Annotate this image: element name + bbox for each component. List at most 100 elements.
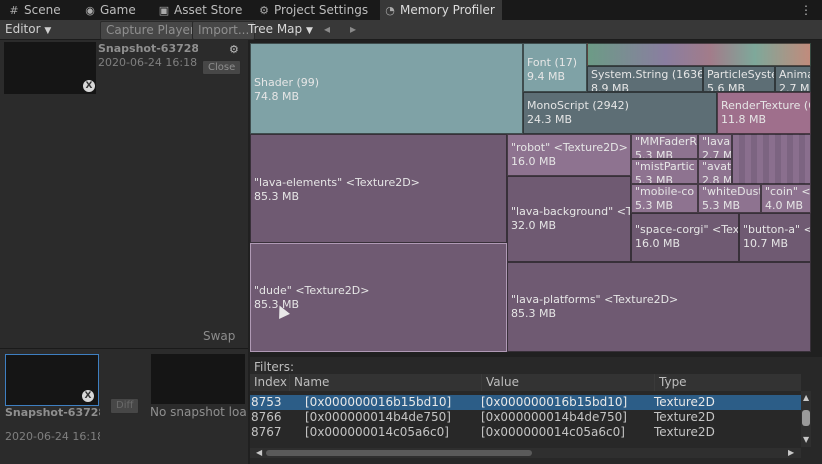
swap-button[interactable]: Swap bbox=[203, 329, 235, 343]
treemap-cell[interactable]: "dude" <Texture2D> 85.3 MB bbox=[250, 243, 507, 352]
remove-snapshot-icon[interactable]: X bbox=[83, 80, 95, 92]
tab-game[interactable]: ◉ Game bbox=[84, 0, 148, 20]
cell-type: Texture2D bbox=[654, 395, 715, 409]
treemap-cell-size: 11.8 MB bbox=[721, 113, 767, 126]
table-row[interactable]: 8766 [0x000000014b4de750] [0x000000014b4… bbox=[250, 410, 801, 425]
treemap-cell[interactable]: "lava 2.7 M bbox=[698, 134, 732, 159]
cell-index: 8767 bbox=[251, 425, 282, 439]
treemap-cell-size: 5.6 MB bbox=[707, 82, 746, 92]
treemap-cell[interactable]: "mistPartic 5.3 MB bbox=[631, 159, 698, 184]
gear-icon[interactable]: ⚙ bbox=[229, 43, 239, 56]
view-dropdown[interactable]: Tree Map ▼ bbox=[248, 21, 313, 38]
cell-value: [0x000000014c05a6c0] bbox=[481, 425, 625, 439]
treemap-cell-size: 8.9 MB bbox=[591, 82, 630, 92]
treemap-cell[interactable]: "robot" <Texture2D> 16.0 MB bbox=[507, 134, 631, 176]
scrollbar-thumb[interactable] bbox=[802, 410, 810, 426]
treemap-cell[interactable]: "whiteDust 5.3 MB bbox=[698, 184, 761, 213]
cell-type: Texture2D bbox=[654, 410, 715, 424]
treemap-cell-size: 10.7 MB bbox=[743, 237, 789, 250]
treemap-cell-size: 5.3 MB bbox=[702, 199, 741, 212]
snapshot-date: 2020-06-24 16:18 bbox=[98, 56, 198, 69]
close-snapshot-button[interactable]: Close bbox=[202, 60, 242, 75]
treemap-cell[interactable]: "MMFaderR 5.3 MB bbox=[631, 134, 698, 159]
chevron-down-icon: ▼ bbox=[305, 26, 313, 36]
treemap-cell[interactable]: "coin" <Te 4.0 MB bbox=[761, 184, 811, 213]
treemap-cell[interactable]: RenderTexture (6) 11.8 MB bbox=[717, 92, 811, 134]
treemap-cell-name: "mobile-co bbox=[635, 185, 695, 198]
table-row[interactable]: 8767 [0x000000014c05a6c0] [0x000000014c0… bbox=[250, 425, 801, 440]
treemap-cell-size: 74.8 MB bbox=[254, 90, 300, 103]
scroll-up-icon[interactable]: ▲ bbox=[803, 393, 809, 402]
column-header-index[interactable]: Index bbox=[250, 374, 290, 391]
import-button[interactable]: Import... bbox=[192, 21, 256, 40]
scrollbar-thumb[interactable] bbox=[266, 450, 532, 456]
empty-snapshot-slot bbox=[151, 354, 245, 404]
tab-menu-icon[interactable]: ⋮ bbox=[800, 0, 812, 20]
tab-project-settings[interactable]: ⚙ Project Settings bbox=[258, 0, 370, 20]
snapshot-name: Snapshot-63728 bbox=[5, 406, 100, 419]
treemap-cell-name: "dude" <Texture2D> bbox=[254, 284, 370, 297]
treemap-cell[interactable]: Animat 2.7 MB bbox=[775, 66, 811, 92]
scroll-left-icon[interactable]: ◀ bbox=[256, 448, 262, 457]
treemap-cell[interactable]: ParticleSystem 5.6 MB bbox=[703, 66, 775, 92]
treemap-cell[interactable]: Font (17) 9.4 MB bbox=[523, 43, 587, 92]
cell-name: [0x000000014c05a6c0] bbox=[305, 425, 449, 439]
treemap-cell-name: "button-a" <Texture2D> bbox=[743, 223, 810, 236]
treemap-small-cells[interactable] bbox=[587, 43, 811, 66]
vertical-scrollbar[interactable]: ▲ ▼ bbox=[801, 391, 811, 447]
tab-scene[interactable]: # Scene bbox=[8, 0, 70, 20]
column-header-value[interactable]: Value bbox=[481, 374, 654, 391]
table-row[interactable]: 8753 [0x000000016b15bd10] [0x000000016b1… bbox=[250, 395, 801, 410]
treemap-cell[interactable]: MonoScript (2942) 24.3 MB bbox=[523, 92, 717, 134]
filters-panel: Filters: Index Name Value Type 8753 [0x0… bbox=[250, 357, 822, 464]
treemap-cell-size: 5.3 MB bbox=[635, 174, 674, 184]
tab-label: Memory Profiler bbox=[400, 3, 495, 17]
horizontal-scrollbar[interactable]: ◀ ▶ bbox=[250, 448, 801, 458]
cell-value: [0x000000016b15bd10] bbox=[481, 395, 628, 409]
diff-button[interactable]: Diff bbox=[110, 398, 140, 414]
editor-dropdown-label: Editor bbox=[5, 22, 41, 36]
treemap-cell-name: "coin" <Te bbox=[765, 185, 811, 198]
tree-map[interactable]: Shader (99) 74.8 MB Font (17) 9.4 MB Sys… bbox=[250, 43, 811, 352]
treemap-cell[interactable]: "space-corgi" <Texture2D> 16.0 MB bbox=[631, 213, 739, 262]
treemap-cell[interactable]: "lava-elements" <Texture2D> 85.3 MB bbox=[250, 134, 507, 243]
treemap-cell-size: 85.3 MB bbox=[254, 190, 300, 203]
treemap-cell[interactable]: System.String (16369) 8.9 MB bbox=[587, 66, 703, 92]
panel-divider bbox=[0, 348, 248, 349]
treemap-cell-name: Shader (99) bbox=[254, 76, 320, 89]
tab-label: Scene bbox=[24, 3, 61, 17]
column-header-type[interactable]: Type bbox=[654, 374, 801, 391]
cell-name: [0x000000016b15bd10] bbox=[305, 395, 452, 409]
treemap-cell[interactable]: "button-a" <Texture2D> 10.7 MB bbox=[739, 213, 811, 262]
treemap-cell[interactable]: "lava-platforms" <Texture2D> 85.3 MB bbox=[507, 262, 811, 352]
editor-dropdown[interactable]: Editor ▼ bbox=[5, 21, 51, 38]
remove-snapshot-icon[interactable]: X bbox=[82, 390, 94, 402]
gamepad-icon: ◉ bbox=[85, 4, 95, 17]
treemap-cell-size: 2.7 MB bbox=[779, 82, 810, 92]
snapshot-panel: X Snapshot-63728 2020-06-24 16:18 ⚙ Clos… bbox=[0, 40, 248, 464]
treemap-cell[interactable]: Shader (99) 74.8 MB bbox=[250, 43, 523, 134]
no-snapshot-label: No snapshot loaded bbox=[150, 405, 247, 419]
profiler-toolbar: Editor ▼ Capture Player Import... Tree M… bbox=[0, 20, 822, 40]
treemap-cell-size: 24.3 MB bbox=[527, 113, 573, 126]
tab-label: Game bbox=[100, 3, 136, 17]
treemap-small-cells[interactable] bbox=[732, 134, 811, 184]
treemap-cell-name: "lava-elements" <Texture2D> bbox=[254, 176, 420, 189]
treemap-cell[interactable]: "avat 2.8 MI bbox=[698, 159, 732, 184]
filters-label: Filters: bbox=[254, 360, 295, 374]
scroll-down-icon[interactable]: ▼ bbox=[803, 435, 809, 444]
scroll-right-icon[interactable]: ▶ bbox=[788, 448, 794, 457]
forward-button[interactable]: ▸ bbox=[350, 21, 356, 38]
hash-icon: # bbox=[9, 4, 19, 17]
back-button[interactable]: ◂ bbox=[324, 21, 330, 38]
treemap-cell[interactable]: "lava-background" <Texture2D> 32.0 MB bbox=[507, 176, 631, 262]
capture-player-button[interactable]: Capture Player bbox=[100, 21, 201, 40]
column-header-name[interactable]: Name bbox=[289, 374, 481, 391]
snapshot-date: 2020-06-24 16:18 bbox=[5, 430, 100, 443]
treemap-cell-size: 5.3 MB bbox=[635, 149, 674, 159]
treemap-cell[interactable]: "mobile-co 5.3 MB bbox=[631, 184, 698, 213]
treemap-cell-name: System.String (16369) bbox=[591, 68, 703, 81]
memory-profiler-icon: ◔ bbox=[385, 4, 395, 17]
tab-asset-store[interactable]: ▣ Asset Store bbox=[158, 0, 248, 20]
tab-memory-profiler[interactable]: ◔ Memory Profiler bbox=[380, 0, 502, 20]
